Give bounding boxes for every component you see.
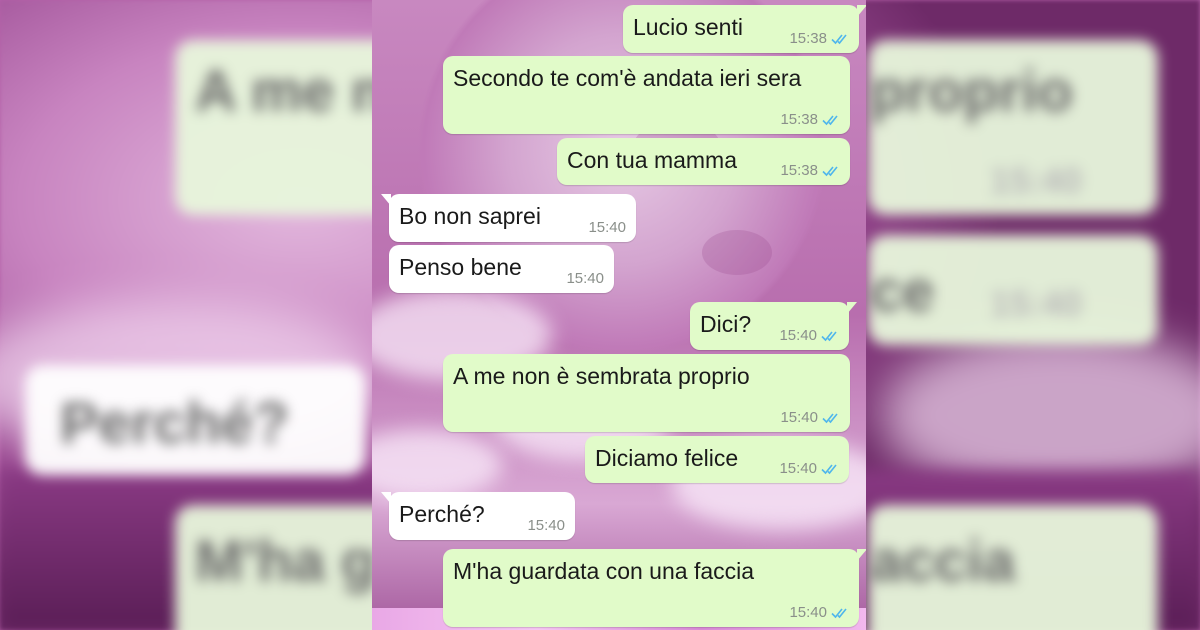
message-text: Lucio senti — [633, 14, 743, 40]
message-text: Secondo te com'è andata ieri sera — [453, 65, 802, 91]
message-bubble-outgoing[interactable]: Dici? 15:40 — [690, 302, 857, 350]
message-text: M'ha guardata con una faccia — [453, 558, 755, 584]
blurred-text: proprio — [870, 59, 1073, 124]
read-double-check-icon — [821, 463, 837, 474]
message-bubble-outgoing[interactable]: Con tua mamma 15:38 — [557, 138, 850, 185]
blurred-text: ce — [870, 259, 935, 324]
message-time: 15:40 — [780, 409, 818, 426]
message-time: 15:38 — [789, 30, 827, 47]
read-double-check-icon — [821, 330, 837, 341]
message-time: 15:38 — [780, 162, 818, 179]
message-time: 15:40 — [566, 270, 604, 287]
message-bubble-outgoing[interactable]: M'ha guardata con una faccia 15:40 — [443, 549, 866, 627]
message-bubble-incoming[interactable]: Penso bene 15:40 — [389, 245, 614, 293]
read-double-check-icon — [822, 412, 838, 423]
blurred-text: 15:40 — [990, 160, 1083, 201]
screenshot-stage: A me n Perché? M'ha g proprio 15:40 ce 1… — [0, 0, 1200, 630]
read-double-check-icon — [831, 33, 847, 44]
blurred-text: M'ha g — [195, 529, 377, 594]
message-bubble-outgoing[interactable]: Secondo te com'è andata ieri sera 15:38 — [443, 56, 850, 134]
message-text: Diciamo felice — [595, 445, 739, 471]
message-time: 15:40 — [779, 327, 817, 344]
message-time: 15:40 — [588, 219, 626, 236]
message-time: 15:40 — [779, 460, 817, 477]
message-text: Dici? — [700, 311, 752, 337]
read-double-check-icon — [822, 114, 838, 125]
message-bubble-incoming[interactable]: Bo non saprei 15:40 — [381, 194, 636, 242]
message-time: 15:40 — [527, 517, 565, 534]
message-text: Bo non saprei — [399, 203, 541, 229]
message-time: 15:40 — [789, 604, 827, 621]
blurred-text: accia — [870, 529, 1016, 594]
blurred-text: A me n — [195, 59, 387, 124]
blurred-text: Perché? — [60, 391, 289, 456]
message-bubble-outgoing[interactable]: Lucio senti 15:38 — [623, 5, 866, 53]
read-double-check-icon — [831, 607, 847, 618]
chat-conversation[interactable]: Lucio senti 15:38 Secondo te com'è andat… — [372, 0, 866, 630]
message-time: 15:38 — [780, 111, 818, 128]
blurred-text: 15:40 — [990, 283, 1083, 324]
read-double-check-icon — [822, 165, 838, 176]
message-bubble-outgoing[interactable]: Diciamo felice 15:40 — [585, 436, 849, 483]
message-bubble-outgoing[interactable]: A me non è sembrata proprio 15:40 — [443, 354, 850, 432]
message-text: Perché? — [399, 501, 485, 527]
message-text: Penso bene — [399, 254, 522, 280]
message-text: A me non è sembrata proprio — [453, 363, 750, 389]
message-bubble-incoming[interactable]: Perché? 15:40 — [381, 492, 575, 540]
message-text: Con tua mamma — [567, 147, 738, 173]
